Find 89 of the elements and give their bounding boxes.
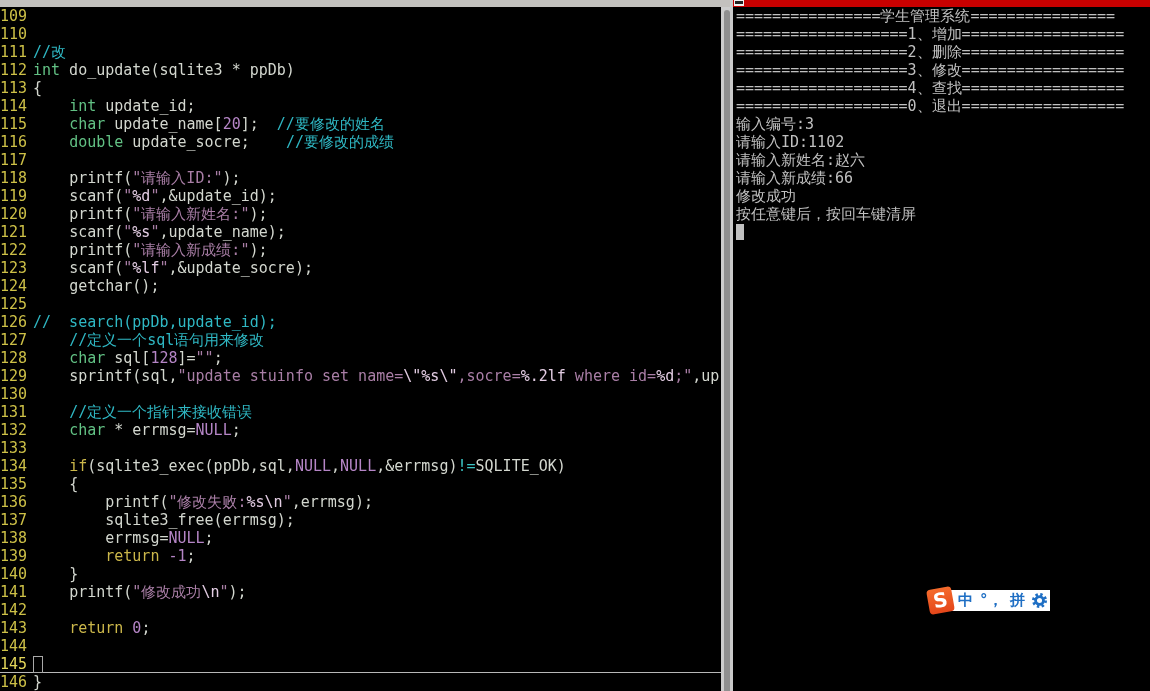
line-number: 142 — [0, 601, 27, 619]
terminal-line: 请输入新姓名:赵六 — [736, 151, 866, 169]
terminal-line: ===================0、退出================== — [736, 97, 1125, 115]
line-number: 114 — [0, 97, 27, 115]
line-number: 127 — [0, 331, 27, 349]
code-line: sprintf(sql,"update stuinfo set name=\"%s\",socre=%.2lf where id=%d;",up — [69, 367, 720, 385]
code-line: char * errmsg=NULL; — [69, 421, 241, 439]
terminal-line: ===================4、查找================== — [736, 79, 1125, 97]
line-number: 121 — [0, 223, 27, 241]
line-number: 129 — [0, 367, 27, 385]
line-number: 115 — [0, 115, 27, 133]
code-line: double update_socre; //要修改的成绩 — [69, 133, 394, 151]
line-number: 140 — [0, 565, 27, 583]
ime-button[interactable]: 中 — [956, 590, 975, 611]
line-number: 111 — [0, 43, 27, 61]
line-number: 143 — [0, 619, 27, 637]
code-line: printf("修改失败:%s\n",errmsg); — [105, 493, 373, 511]
line-number: 109 — [0, 7, 27, 25]
line-number: 120 — [0, 205, 27, 223]
code-line: { — [69, 475, 79, 493]
line-number: 132 — [0, 421, 27, 439]
terminal-line: 请输入新成绩:66 — [736, 169, 854, 187]
line-number: 118 — [0, 169, 27, 187]
settings-icon — [1031, 593, 1047, 608]
text-cursor — [33, 656, 43, 673]
text-cursor — [736, 224, 744, 240]
code-line: int update_id; — [69, 97, 196, 115]
code-line: int do_update(sqlite3 * ppDb) — [33, 61, 295, 79]
line-number: 128 — [0, 349, 27, 367]
code-line: //定义一个sql语句用来修改 — [69, 331, 265, 349]
code-line: scanf("%s",update_name); — [69, 223, 286, 241]
line-number: 133 — [0, 439, 27, 457]
line-number: 125 — [0, 295, 27, 313]
code-line: //改 — [33, 43, 67, 61]
line-number: 145 — [0, 655, 27, 673]
line-number: 144 — [0, 637, 27, 655]
code-line: } — [69, 565, 79, 583]
code-line: errmsg=NULL; — [105, 529, 214, 547]
code-line: } — [33, 673, 43, 691]
code-line: return 0; — [69, 619, 151, 637]
terminal-line: ================学生管理系统================ — [736, 7, 1115, 25]
code-line: printf("请输入新成绩:"); — [69, 241, 268, 259]
code-line: getchar(); — [69, 277, 160, 295]
scrollbar-thumb[interactable] — [724, 10, 730, 691]
code-line: char update_name[20]; //要修改的姓名 — [69, 115, 385, 133]
code-line: printf("请输入新姓名:"); — [69, 205, 268, 223]
line-number: 116 — [0, 133, 27, 151]
code-line: { — [33, 79, 43, 97]
terminal-line: ===================1、增加================== — [736, 25, 1125, 43]
terminal-line: ===================2、删除================== — [736, 43, 1125, 61]
line-number: 122 — [0, 241, 27, 259]
code-line: return -1; — [105, 547, 196, 565]
line-number: 139 — [0, 547, 27, 565]
code-line: //定义一个指针来接收错误 — [69, 403, 253, 421]
code-line: // search(ppDb,update_id); — [33, 313, 277, 331]
line-number: 123 — [0, 259, 27, 277]
line-number: 138 — [0, 529, 27, 547]
line-number: 124 — [0, 277, 27, 295]
code-line: if(sqlite3_exec(ppDb,sql,NULL,NULL,&errmsg)!=SQLITE_OK) — [69, 457, 566, 475]
line-number: 110 — [0, 25, 27, 43]
line-number: 126 — [0, 313, 27, 331]
line-number: 141 — [0, 583, 27, 601]
line-number: 113 — [0, 79, 27, 97]
ime-button[interactable]: °， — [978, 590, 1005, 611]
line-number: 117 — [0, 151, 27, 169]
settings-button[interactable] — [1031, 593, 1047, 608]
code-line: scanf("%d",&update_id); — [69, 187, 277, 205]
terminal-line: 请输入ID:1102 — [736, 133, 845, 151]
line-number: 135 — [0, 475, 27, 493]
scrollbar[interactable] — [721, 7, 730, 691]
terminal-line: 修改成功 — [736, 187, 796, 205]
terminal-line: 输入编号:3 — [736, 115, 815, 133]
window-icon[interactable] — [734, 0, 744, 6]
code-line: char sql[128]=""; — [69, 349, 223, 367]
line-number: 136 — [0, 493, 27, 511]
line-number: 119 — [0, 187, 27, 205]
line-number: 131 — [0, 403, 27, 421]
code-line: sqlite3_free(errmsg); — [105, 511, 295, 529]
line-number: 137 — [0, 511, 27, 529]
code-line: scanf("%lf",&update_socre); — [69, 259, 313, 277]
terminal-line: 按任意键后，按回车键清屏 — [736, 205, 916, 223]
code-line: printf("修改成功\n"); — [69, 583, 247, 601]
line-number: 146 — [0, 673, 27, 691]
line-number: 112 — [0, 61, 27, 79]
line-number: 130 — [0, 385, 27, 403]
line-number: 134 — [0, 457, 27, 475]
ime-button[interactable]: 拼 — [1007, 590, 1027, 611]
code-line: printf("请输入ID:"); — [69, 169, 241, 187]
terminal-line: ===================3、修改================== — [736, 61, 1125, 79]
